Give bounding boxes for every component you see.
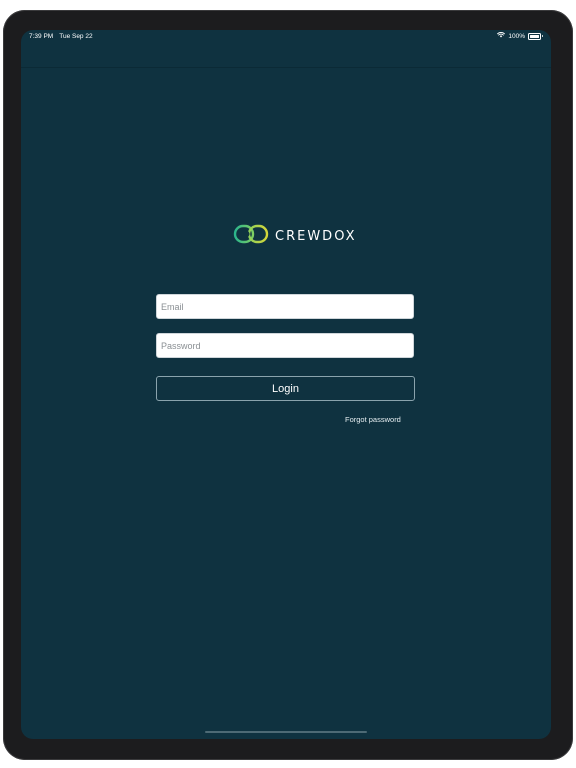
wifi-icon	[497, 31, 506, 40]
login-button[interactable]: Login	[156, 376, 415, 401]
crewdox-chain-logo-icon	[233, 223, 269, 250]
home-indicator[interactable]	[205, 731, 367, 733]
status-date: Tue Sep 22	[59, 33, 93, 40]
status-right: 100%	[497, 31, 543, 40]
battery-percent: 100%	[508, 32, 525, 40]
email-field[interactable]	[156, 294, 414, 319]
brand-name: CREWDOX	[275, 229, 357, 244]
password-field[interactable]	[156, 333, 414, 358]
brand-logo: CREWDOX	[233, 223, 357, 250]
status-bar: 7:39 PM Tue Sep 22 100%	[21, 30, 551, 44]
tablet-frame: 7:39 PM Tue Sep 22 100% CREWDOX Email Lo…	[3, 10, 573, 760]
status-time: 7:39 PM	[29, 33, 54, 40]
battery-icon	[528, 32, 543, 40]
app-screen: 7:39 PM Tue Sep 22 100% CREWDOX Email Lo…	[21, 30, 551, 739]
status-left: 7:39 PM Tue Sep 22	[29, 33, 93, 40]
forgot-password-link[interactable]: Forgot password	[345, 415, 401, 424]
nav-divider	[21, 67, 551, 68]
